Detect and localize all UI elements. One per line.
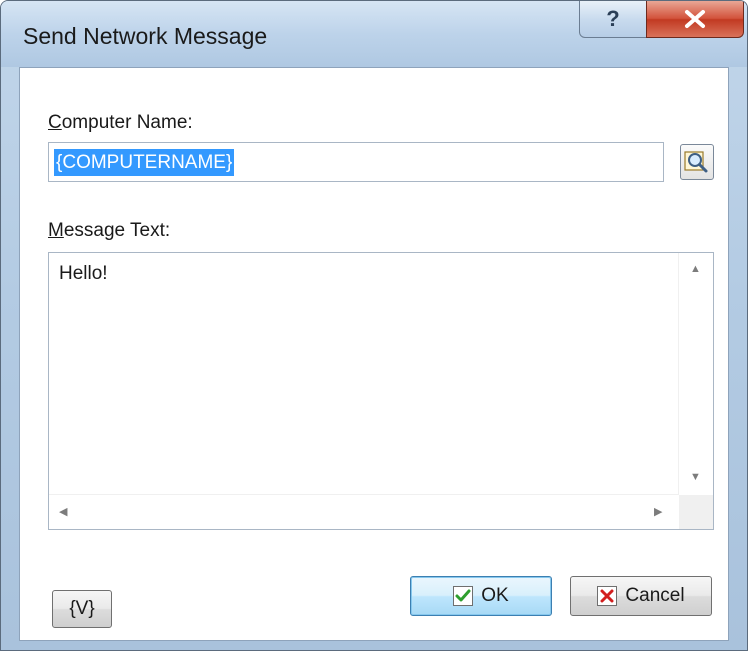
cancel-button-label: Cancel	[625, 585, 685, 606]
scroll-left-icon[interactable]: ◀	[59, 505, 67, 518]
cancel-x-icon	[597, 586, 618, 606]
variables-button-label: {V}	[69, 598, 95, 619]
close-button[interactable]	[646, 1, 744, 38]
browse-computer-button[interactable]	[680, 144, 714, 180]
scroll-up-icon[interactable]: ▲	[690, 263, 701, 275]
variables-button[interactable]: {V}	[52, 590, 112, 628]
window-title: Send Network Message	[23, 23, 268, 49]
message-textarea[interactable]: Hello! ▲ ▼ ◀ ▶	[48, 252, 714, 530]
computer-name-label: Computer Name:	[48, 112, 193, 133]
scrollbar-corner	[679, 495, 713, 529]
magnifier-icon	[684, 151, 708, 173]
cancel-button[interactable]: Cancel	[570, 576, 712, 616]
help-button[interactable]: ?	[579, 1, 647, 38]
scroll-down-icon[interactable]: ▼	[690, 471, 701, 483]
vertical-scrollbar[interactable]: ▲ ▼	[678, 253, 713, 495]
message-text-label: Message Text:	[48, 220, 171, 241]
computer-name-input[interactable]: {COMPUTERNAME}	[48, 142, 664, 182]
ok-button-label: OK	[481, 585, 509, 606]
help-icon: ?	[606, 6, 620, 31]
title-bar[interactable]: Send Network Message ?	[1, 1, 747, 67]
check-icon	[453, 586, 474, 606]
close-icon	[685, 10, 705, 28]
message-text-value: Hello!	[59, 263, 108, 284]
computer-name-value: {COMPUTERNAME}	[54, 149, 235, 176]
scroll-right-icon[interactable]: ▶	[654, 505, 662, 518]
horizontal-scrollbar[interactable]: ◀ ▶	[49, 494, 679, 529]
dialog-window: Send Network Message ? Computer Name: {C…	[0, 0, 748, 651]
ok-button[interactable]: OK	[410, 576, 552, 616]
dialog-body: Computer Name: {COMPUTERNAME} Message Te…	[19, 67, 729, 641]
